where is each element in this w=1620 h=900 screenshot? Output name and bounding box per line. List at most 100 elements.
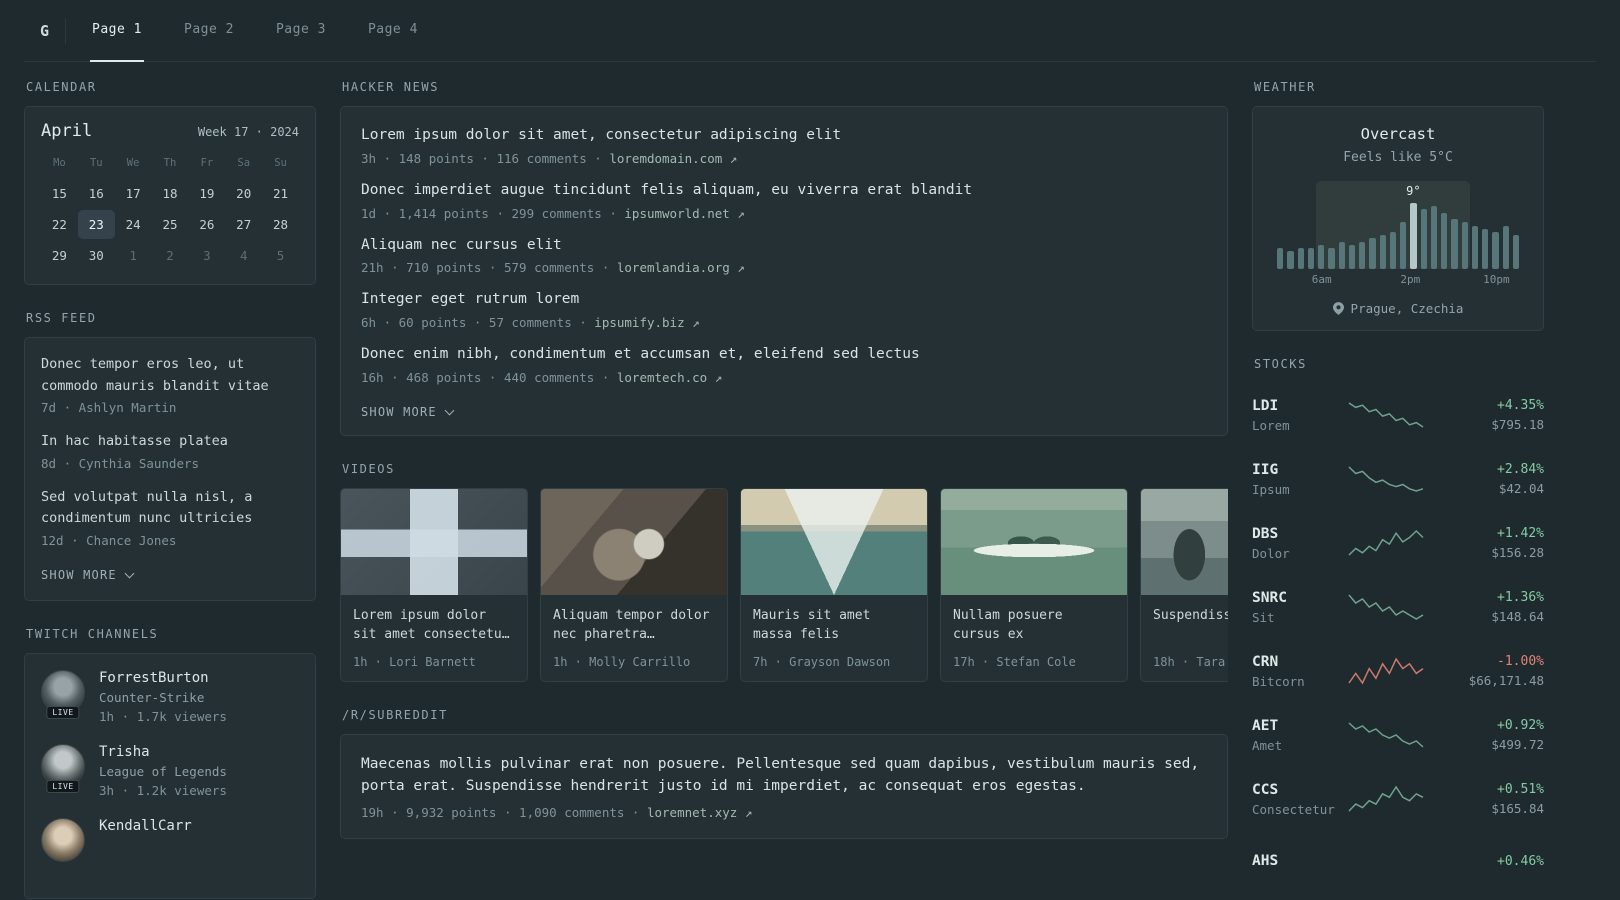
stock-right: +1.36% $148.64 [1491,590,1544,624]
stock-sparkline [1348,594,1424,620]
stock-row[interactable]: SNRC Sit +1.36% $148.64 [1252,575,1544,639]
hn-item-meta: 16h · 468 points · 440 comments · loremt… [361,369,723,385]
rss-show-more-button[interactable]: SHOW MORE [41,566,135,584]
video-title[interactable]: Suspendisse diam [1153,606,1228,626]
video-card[interactable]: Suspendisse diam 18h · Tara [1140,487,1228,682]
twitch-channel-list: LIVE ForrestBurton Counter-Strike 1h · 1.7k… [41,669,299,862]
stock-name: Consectetur [1252,801,1335,817]
calendar-weekday: Sa [237,157,251,169]
stock-row[interactable]: IIG Ipsum +2.84% $42.04 [1252,447,1544,511]
tab-page-2[interactable]: Page 2 [182,0,236,61]
calendar-day: 5 [276,248,285,263]
hackernews-widget: HACKER NEWS Lorem ipsum dolor sit amet, … [340,80,1228,436]
stock-name: Sit [1252,609,1275,625]
hn-item-meta: 1d · 1,414 points · 299 comments · ipsum… [361,205,745,221]
subreddit-post-title[interactable]: Maecenas mollis pulvinar erat non posuer… [361,753,1207,798]
video-thumbnail[interactable] [941,488,1127,595]
hn-item-domain-link[interactable]: loremtech.co ↗ [617,370,722,385]
rss-card: Donec tempor eros leo, ut commodo mauris… [24,337,316,601]
stock-row[interactable]: CCS Consectetur +0.51% $165.84 [1252,767,1544,831]
stock-price: $156.28 [1491,545,1544,560]
hn-item-title[interactable]: Donec imperdiet augue tincidunt felis al… [361,180,1207,202]
hn-item-title[interactable]: Lorem ipsum dolor sit amet, consectetur … [361,125,1207,147]
hackernews-section-title: HACKER NEWS [342,80,440,94]
calendar-day: 1 [129,248,137,263]
hackernews-items: Lorem ipsum dolor sit amet, consectetur … [361,125,1207,385]
page-tabs: Page 1 Page 2 Page 3 Page 4 [90,0,458,62]
twitch-card: LIVE ForrestBurton Counter-Strike 1h · 1.7k… [24,652,316,899]
stock-price: $66,171.48 [1468,673,1544,688]
tab-page-3[interactable]: Page 3 [274,0,328,61]
rss-item-title[interactable]: Donec tempor eros leo, ut commodo mauris… [41,354,299,397]
stock-row[interactable]: AHS +0.46% [1252,831,1544,895]
video-title[interactable]: Mauris sit amet massa felis [753,606,915,645]
video-card-body: Lorem ipsum dolor sit amet consectetu… 1h… [341,595,527,681]
channel-avatar: LIVE [41,669,85,719]
video-title[interactable]: Nullam posuere cursus ex [953,606,1115,645]
video-thumbnail[interactable] [341,488,527,595]
hn-item-domain-link[interactable]: loremdomain.com ↗ [609,151,737,166]
hn-item-domain-link[interactable]: loremlandia.org ↗ [617,260,745,275]
hn-item-title[interactable]: Integer eget rutrum lorem [361,289,1207,311]
video-meta: 17h · Stefan Cole [953,654,1076,669]
weather-widget: WEATHER Overcast Feels like 5°C 9° 6am 2p… [1252,80,1544,331]
video-card[interactable]: Lorem ipsum dolor sit amet consectetu… 1h… [340,487,528,682]
stock-row[interactable]: AET Amet +0.92% $499.72 [1252,703,1544,767]
weather-bar [1297,248,1304,269]
weather-bar-current [1410,203,1417,269]
weather-card: Overcast Feels like 5°C 9° 6am 2pm 10pm Pr… [1252,106,1544,331]
twitch-channel[interactable]: KendallCarr [41,817,299,862]
stock-right: -1.00% $66,171.48 [1469,654,1544,688]
video-meta: 7h · Grayson Dawson [753,654,891,669]
hn-item: Donec imperdiet augue tincidunt felis al… [361,180,1207,221]
weather-bar [1389,232,1396,269]
channel-meta: 1h · 1.7k viewers [99,708,227,724]
stock-row[interactable]: LDI Lorem +4.35% $795.18 [1252,383,1544,447]
right-column: WEATHER Overcast Feels like 5°C 9° 6am 2p… [1252,80,1544,900]
logo-divider [65,17,67,44]
live-badge: LIVE [46,705,80,719]
app-logo[interactable]: G [24,0,65,62]
video-title[interactable]: Lorem ipsum dolor sit amet consectetu… [353,606,515,645]
video-meta: 1h · Lori Barnett [353,654,476,669]
twitch-channel[interactable]: LIVE Trisha League of Legends 3h · 1.2k vie… [41,743,299,798]
weather-bar [1338,242,1345,269]
hn-item-title[interactable]: Donec enim nibh, condimentum et accumsan… [361,344,1207,366]
weather-axis-label: 10pm [1483,273,1510,286]
hackernews-show-more-button[interactable]: SHOW MORE [361,403,455,421]
dashboard-page: G Page 1 Page 2 Page 3 Page 4 CALENDAR Apri… [0,0,1620,900]
stock-right: +0.46% [1497,854,1544,873]
video-thumbnail[interactable] [741,488,927,595]
stock-change: +4.35% [1497,398,1544,413]
weather-location-row: Prague, Czechia [1269,301,1527,316]
stock-id: SNRC Sit [1252,590,1344,625]
stock-name: Dolor [1252,545,1290,561]
hn-item-domain-link[interactable]: ipsumworld.net ↗ [624,206,744,221]
calendar-day: 2 [166,248,174,263]
video-card[interactable]: Mauris sit amet massa felis 7h · Grayson … [740,487,928,682]
subreddit-domain-link[interactable]: loremnet.xyz ↗ [647,805,752,820]
tab-page-1[interactable]: Page 1 [90,0,144,62]
video-thumbnail[interactable] [541,488,727,595]
subreddit-card: Maecenas mollis pulvinar erat non posuer… [340,733,1228,839]
rss-item-title[interactable]: In hac habitasse platea [41,431,299,453]
video-thumbnail[interactable] [1141,488,1228,595]
hn-item: Integer eget rutrum lorem 6h · 60 points … [361,289,1207,330]
stock-id: CCS Consectetur [1252,782,1344,817]
video-title[interactable]: Aliquam tempor dolor nec pharetra… [553,606,715,645]
hn-item-domain-link[interactable]: ipsumify.biz ↗ [594,315,699,330]
stock-row[interactable]: DBS Dolor +1.42% $156.28 [1252,511,1544,575]
rss-item-title[interactable]: Sed volutpat nulla nisl, a condimentum n… [41,487,299,530]
subreddit-post-meta: 19h · 9,932 points · 1,090 comments · lo… [361,804,753,820]
twitch-channel[interactable]: LIVE ForrestBurton Counter-Strike 1h · 1.7k… [41,669,299,724]
video-card[interactable]: Aliquam tempor dolor nec pharetra… 1h · M… [540,487,728,682]
rss-item-meta: 8d · Cynthia Saunders [41,455,200,471]
video-card[interactable]: Nullam posuere cursus ex 17h · Stefan Col… [940,487,1128,682]
stock-ticker: CCS [1252,781,1279,798]
stock-change: +0.46% [1497,853,1544,869]
hn-item-title[interactable]: Aliquam nec cursus elit [361,235,1207,257]
tab-page-4[interactable]: Page 4 [366,0,420,61]
calendar-day: 21 [273,186,289,201]
stock-row[interactable]: CRN Bitcorn -1.00% $66,171.48 [1252,639,1544,703]
subreddit-section-title: /R/SUBREDDIT [342,707,448,722]
